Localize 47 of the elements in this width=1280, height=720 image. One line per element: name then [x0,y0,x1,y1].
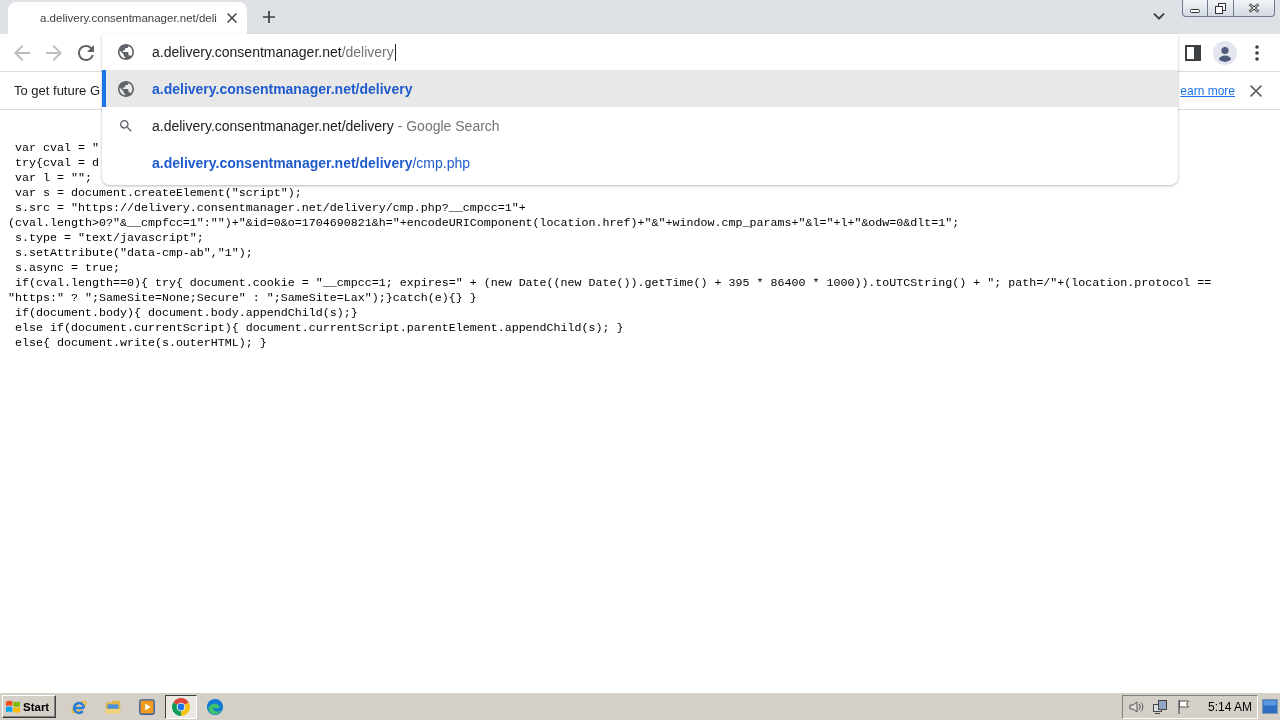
globe-icon [118,44,134,60]
side-panel-icon[interactable] [1185,44,1201,61]
person-avatar-icon[interactable] [1213,40,1237,65]
flag-logo-icon [5,699,21,714]
globe-icon [118,80,134,97]
code-line: "https:" ? ";SameSite=None;Secure" : ";SameSite=Lax");}catch(e){} } [8,291,477,306]
refresh-icon[interactable] [78,44,94,61]
desktop-tile-icon[interactable] [1262,699,1278,714]
wave-circle-icon [206,697,224,716]
plus-icon[interactable] [263,11,275,23]
network-icon[interactable] [1151,698,1168,715]
learn-more-link[interactable]: earn more [1180,83,1235,98]
code-line: s.type = "text/javascript"; [14,231,204,246]
code-line: s.src = "https://delivery.consentmanager.net/delivery/cmp.php?__cmpcc=1"+ [14,201,526,216]
more-menu-icon[interactable] [1255,44,1259,61]
search-icon [120,119,132,132]
close-icon[interactable] [1250,84,1262,97]
browser-tab[interactable]: a.delivery.consentmanager.net/deli [8,2,247,34]
code-line: if(document.body){ document.body.appendChild(s);} [14,306,358,321]
code-line: try{cval = d [14,156,99,171]
play-tile-icon [138,697,156,716]
start-button[interactable]: Start [2,695,56,718]
tricolor-ring-icon [172,697,190,716]
code-line: var cval = " [14,141,99,156]
suggestion-item[interactable]: a.delivery.consentmanager.net/delivery [102,70,1178,107]
code-line: s.setAttribute("data-cmp-ab","1"); [14,246,253,261]
code-line: s.async = true; [14,261,120,276]
flag-icon[interactable] [1175,698,1192,715]
taskbar-app-button[interactable] [165,694,197,719]
code-line: else{ document.write(s.outerHTML); } [14,336,267,351]
restore-icon [1215,2,1226,14]
minimize-icon [1190,9,1200,13]
address-field[interactable]: a.delivery.consentmanager.net/delivery [152,34,1178,70]
close-icon[interactable] [227,13,237,23]
code-line: else if(document.currentScript){ document.currentScript.parentElement.appendChild(s); } [14,321,624,336]
close-icon [1248,3,1260,13]
code-line: (cval.length>0?"&__cmpfcc=1":"")+"&id=0&o=1704690821&h="+encodeURIComponent(location.href)+"&"+window.cmp_params+"&l="+l+"&odw=0&dlt=1"; [8,216,960,231]
code-line: var l = ""; [14,171,92,186]
code-line: if(cval.length==0){ try{ document.cookie = "__cmpcc=1; expires=" + (new Date((new Date()).getTime() + 395 * 86400 * 1000)).toUTCString() + "; path=/"+(location.protocol == [14,276,1212,291]
text-cursor-icon [394,43,396,61]
chevron-down-icon[interactable] [1153,13,1165,20]
suggestion-item[interactable]: a.delivery.consentmanager.net/delivery/cmp.php [102,144,1178,181]
speaker-icon[interactable] [1127,698,1144,715]
infobar-message: To get future G [14,83,100,98]
code-line: var s = document.createElement("script"); [14,186,302,201]
suggestion-item[interactable]: a.delivery.consentmanager.net/delivery - Google Search [102,107,1178,144]
clock-text: 5:14 AM [1207,699,1252,714]
